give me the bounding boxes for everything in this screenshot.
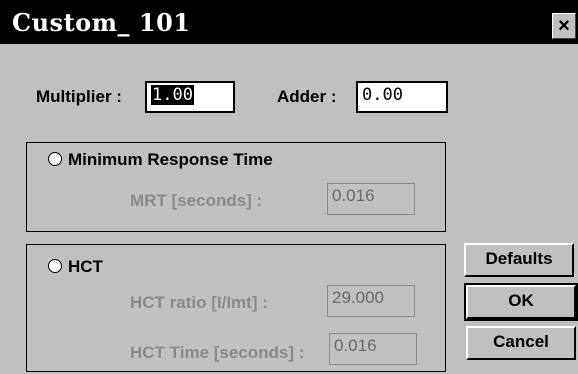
adder-label: Adder : [277, 87, 337, 106]
title-bar: Custom_ 101 × [0, 0, 578, 44]
multiplier-label: Multiplier : [36, 87, 122, 106]
hct-time-label: HCT Time [seconds] : [130, 343, 305, 362]
close-button[interactable]: × [552, 13, 576, 39]
hct-ratio-input[interactable]: 29.000 [327, 285, 415, 317]
defaults-button[interactable]: Defaults [464, 243, 574, 277]
ok-button[interactable]: OK [464, 283, 578, 321]
mrt-input[interactable]: 0.016 [327, 183, 415, 215]
adder-input[interactable]: 0.00 [356, 81, 448, 113]
mrt-label: MRT [seconds] : [130, 191, 263, 210]
hct-radio[interactable]: HCT [48, 257, 103, 277]
mrt-radio-label: Minimum Response Time [68, 150, 273, 169]
window-title: Custom_ 101 [12, 8, 191, 37]
hct-ratio-label: HCT ratio [I/Imt] : [130, 293, 268, 312]
hct-radio-label: HCT [68, 257, 103, 276]
radio-button-icon [48, 259, 62, 273]
cancel-button[interactable]: Cancel [466, 326, 576, 360]
hct-time-input[interactable]: 0.016 [329, 333, 417, 365]
multiplier-input[interactable]: 1.00 [145, 81, 235, 113]
multiplier-value: 1.00 [151, 85, 194, 105]
radio-button-icon [48, 152, 62, 166]
mrt-radio[interactable]: Minimum Response Time [48, 150, 273, 170]
